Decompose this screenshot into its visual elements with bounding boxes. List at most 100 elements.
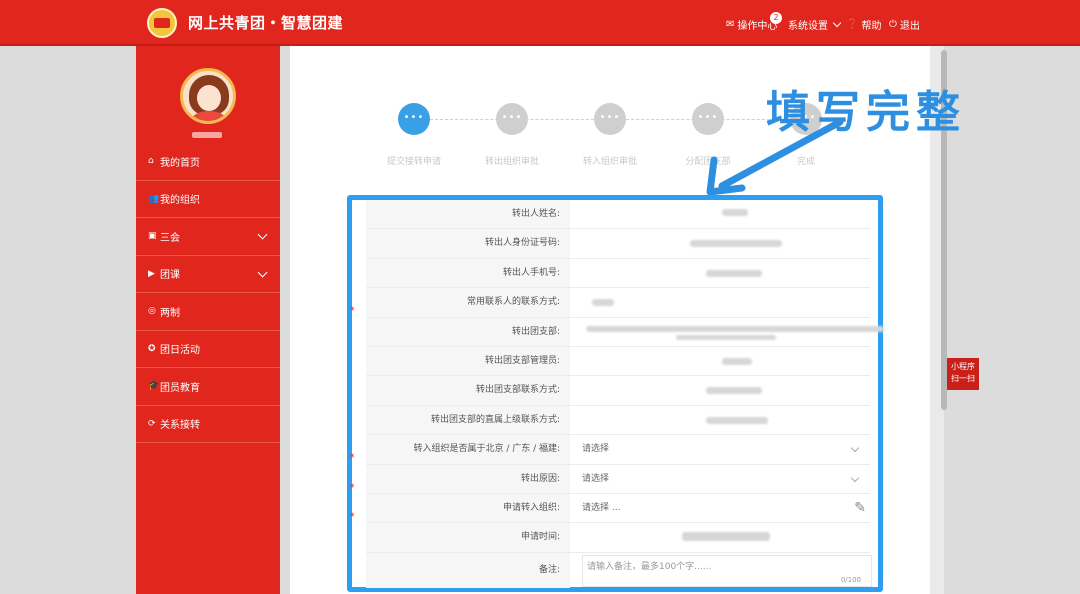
form-label: 转出人手机号:: [366, 258, 570, 288]
help-label: 帮助: [861, 20, 882, 32]
redacted-value: [586, 325, 884, 332]
form-row-admin: 转出团支部管理员:: [366, 347, 870, 377]
required-mark: *: [350, 482, 355, 493]
target-org-input[interactable]: 请选择 ...: [582, 494, 620, 522]
transfer-form: 转出人姓名: 转出人身份证号码: 转出人手机号: * 常用联系人的联系方式: 转出…: [347, 195, 884, 592]
logout-link[interactable]: ⏻ 退出: [889, 17, 920, 32]
redacted-value: [676, 334, 776, 340]
sidebar-item-courses[interactable]: ▶ 团课: [136, 256, 280, 293]
annotation-arrow-icon: [706, 118, 844, 196]
sidebar-item-label: 关系接转: [160, 420, 200, 432]
sidebar-item-home[interactable]: ⌂ 我的首页: [136, 143, 280, 181]
activity-icon: ✪: [148, 343, 156, 354]
settings-dropdown[interactable]: 系统设置: [788, 17, 842, 32]
form-row-region-select[interactable]: * 转入组织是否属于北京 / 广东 / 福建: 请选择: [350, 435, 870, 465]
help-icon: ❓: [846, 18, 859, 30]
form-label: * 申请转入组织:: [350, 494, 570, 523]
app-title: 网上共青团・智慧团建: [188, 14, 344, 32]
doc-icon: ▣: [148, 231, 157, 242]
step-3-label: 转入组织审批: [582, 157, 637, 167]
edit-icon[interactable]: ✎: [854, 500, 866, 516]
sidebar-item-organization[interactable]: 👥 我的组织: [136, 181, 280, 218]
form-label: * 常用联系人的联系方式:: [350, 288, 570, 317]
form-row-reason-select[interactable]: * 转出原因: 请选择: [350, 464, 870, 494]
chevron-down-icon[interactable]: [850, 443, 860, 453]
contact-input[interactable]: [592, 299, 614, 307]
form-label: 转出人身份证号码:: [366, 229, 570, 258]
form-label: 转出团支部的直属上级联系方式:: [366, 405, 570, 435]
sidebar-item-education[interactable]: 🎓 团员教育: [136, 368, 280, 406]
sidebar-item-two-systems[interactable]: ◎ 两制: [136, 293, 280, 331]
course-icon: ▶: [148, 268, 155, 279]
power-icon: ⏻: [889, 18, 897, 30]
form-row-id: 转出人身份证号码:: [366, 229, 870, 259]
redacted-value: [706, 416, 768, 424]
sidebar-item-meetings[interactable]: ▣ 三会: [136, 218, 280, 256]
mini-program-line2: 扫一扫: [951, 374, 975, 383]
chevron-down-icon: [257, 229, 268, 240]
char-counter: 0/100: [840, 575, 861, 584]
form-row-branch-contact: 转出团支部联系方式:: [366, 376, 870, 406]
step-1-indicator: •••: [398, 103, 430, 135]
group-icon: 👥: [148, 193, 160, 204]
remarks-textarea[interactable]: 请输入备注，最多100个字...... 0/100: [582, 554, 872, 587]
reason-select[interactable]: 请选择: [582, 465, 609, 493]
redacted-value: [706, 387, 762, 395]
logout-label: 退出: [899, 20, 920, 32]
chevron-down-icon: [257, 267, 268, 277]
graduation-icon: 🎓: [148, 381, 160, 392]
refresh-icon: ⟳: [148, 418, 156, 429]
form-label: 转出团支部:: [366, 317, 570, 346]
sidebar-item-activities[interactable]: ✪ 团日活动: [136, 331, 280, 368]
form-label: 备注:: [366, 552, 570, 588]
top-header: 网上共青团・智慧团建 ✉ 操作中心 2 系统设置 ❓ 帮助 ⏻ 退出: [0, 0, 1080, 46]
redacted-value: [706, 269, 762, 277]
step-1-label: 提交接转申请: [386, 157, 441, 167]
form-label: * 转入组织是否属于北京 / 广东 / 福建:: [350, 435, 570, 464]
sidebar: ⌂ 我的首页 👥 我的组织 ▣ 三会 ▶ 团课 ◎ 两制 ✪ 团日活动 🎓 团员…: [136, 46, 280, 594]
chevron-down-icon: [832, 18, 842, 27]
sidebar-item-label: 两制: [160, 307, 180, 319]
step-2-indicator: •••: [496, 103, 528, 135]
settings-label: 系统设置: [788, 20, 828, 32]
remarks-placeholder: 请输入备注，最多100个字......: [587, 561, 712, 572]
form-label: 转出团支部管理员:: [366, 347, 570, 376]
sidebar-nav: ⌂ 我的首页 👥 我的组织 ▣ 三会 ▶ 团课 ◎ 两制 ✪ 团日活动 🎓 团员…: [136, 143, 280, 443]
chevron-down-icon[interactable]: [850, 473, 860, 482]
ops-badge: 2: [770, 12, 782, 24]
avatar[interactable]: [180, 68, 236, 124]
required-mark: *: [350, 453, 355, 464]
form-row-target-org[interactable]: * 申请转入组织: 请选择 ... ✎: [350, 494, 870, 524]
sidebar-item-label: 我的首页: [160, 157, 200, 169]
form-row-branch: 转出团支部:: [366, 317, 884, 347]
sidebar-item-label: 团员教育: [160, 382, 200, 394]
mini-program-line1: 小程序: [951, 362, 975, 371]
sidebar-item-label: 三会: [160, 232, 180, 244]
form-row-remarks: 备注: 请输入备注，最多100个字...... 0/100: [366, 552, 872, 588]
form-row-superior-contact: 转出团支部的直属上级联系方式:: [366, 405, 870, 436]
region-select[interactable]: 请选择: [582, 435, 609, 463]
form-row-name: 转出人姓名:: [366, 200, 870, 230]
required-mark: *: [350, 512, 355, 522]
target-icon: ◎: [148, 306, 156, 317]
sidebar-item-transfer[interactable]: ⟳ 关系接转: [136, 406, 280, 443]
form-label: * 转出原因:: [350, 464, 570, 493]
step-2-label: 转出组织审批: [484, 157, 539, 167]
sidebar-item-label: 团日活动: [160, 345, 200, 357]
mini-program-qr-button[interactable]: 小程序 扫一扫: [947, 358, 979, 390]
redacted-value: [690, 240, 782, 248]
form-label: 转出人姓名:: [366, 200, 570, 229]
form-label: 申请时间:: [366, 523, 570, 552]
league-logo-icon: [147, 8, 177, 38]
form-row-phone: 转出人手机号:: [366, 258, 870, 289]
help-link[interactable]: ❓ 帮助: [846, 17, 882, 32]
sidebar-item-label: 我的组织: [160, 195, 200, 207]
form-row-time: 申请时间:: [366, 523, 870, 553]
sidebar-item-label: 团课: [160, 270, 180, 282]
redacted-value: [722, 358, 752, 365]
form-label: 转出团支部联系方式:: [366, 376, 570, 405]
home-icon: ⌂: [148, 156, 154, 167]
redacted-value: [722, 209, 748, 216]
required-mark: *: [350, 306, 355, 317]
step-3-indicator: •••: [594, 103, 626, 135]
